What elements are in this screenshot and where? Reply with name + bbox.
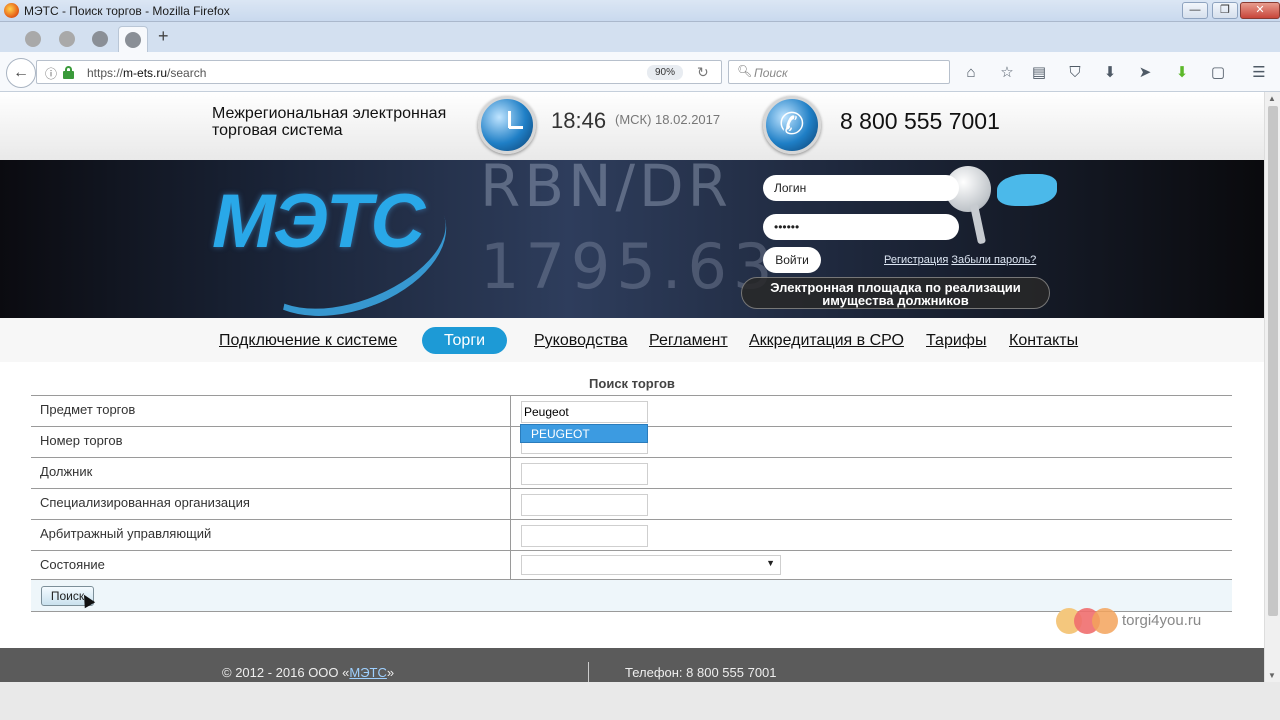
url-bar[interactable]: ⓘ https://m-ets.ru/search 90% ↻ bbox=[36, 60, 722, 84]
menu-connect[interactable]: Подключение к системе bbox=[219, 332, 397, 350]
forgot-password-link[interactable]: Забыли пароль? bbox=[951, 254, 1036, 266]
current-time: 18:46 bbox=[551, 108, 607, 133]
tab-3[interactable] bbox=[85, 26, 115, 52]
person-favicon-icon bbox=[25, 31, 41, 48]
window-title: МЭТС - Поиск торгов - Mozilla Firefox bbox=[24, 4, 230, 18]
form-row-organization: Специализированная организация bbox=[31, 488, 1232, 520]
main-menu: Подключение к системе Торги Руководства … bbox=[0, 318, 1264, 362]
form-row-subject: Предмет торгов Peugeot bbox=[31, 395, 1232, 427]
login-input[interactable]: Логин bbox=[763, 175, 959, 201]
tab-2[interactable] bbox=[52, 26, 82, 52]
field-label: Предмет торгов bbox=[40, 402, 136, 417]
window-titlebar: МЭТС - Поиск торгов - Mozilla Firefox — … bbox=[0, 0, 1280, 22]
url-text: https://m-ets.ru/search bbox=[87, 66, 207, 80]
chevron-down-icon: ▼ bbox=[766, 558, 775, 568]
manager-input[interactable] bbox=[521, 525, 648, 547]
site-logo[interactable]: МЭТС bbox=[212, 178, 425, 265]
zoom-indicator[interactable]: 90% bbox=[647, 65, 683, 80]
status-select[interactable]: ▼ bbox=[521, 555, 781, 575]
organization-input[interactable] bbox=[521, 494, 648, 516]
key-icon bbox=[945, 160, 1057, 250]
download-icon[interactable]: ⬇ bbox=[1101, 64, 1119, 82]
download-helper-icon[interactable]: ⬇ bbox=[1173, 64, 1191, 82]
form-row-manager: Арбитражный управляющий bbox=[31, 519, 1232, 551]
platform-tagline: Электронная площадка по реализации имуще… bbox=[741, 277, 1050, 309]
watermark-text: torgi4you.ru bbox=[1122, 612, 1202, 629]
timezone-date: (МСК) 18.02.2017 bbox=[615, 112, 721, 127]
scroll-up-icon[interactable]: ▲ bbox=[1268, 94, 1276, 103]
site-banner: RBN/DR 1795.63 МЭТС Логин •••••• Войти Р… bbox=[0, 160, 1264, 318]
form-row-debtor: Должник bbox=[31, 457, 1232, 489]
banner-ticker-top: RBN/DR bbox=[480, 160, 732, 220]
banner-ticker-bottom: 1795.63 bbox=[480, 230, 779, 303]
password-input[interactable]: •••••• bbox=[763, 214, 959, 240]
field-label: Арбитражный управляющий bbox=[40, 526, 212, 541]
form-row-status: Состояние ▼ bbox=[31, 550, 1232, 580]
company-name: Межрегиональная электронная торговая сис… bbox=[212, 105, 447, 139]
search-bar[interactable]: 🔍︎ Поиск bbox=[728, 60, 950, 84]
tab-4-active[interactable] bbox=[118, 26, 148, 52]
home-icon[interactable]: ⌂ bbox=[962, 64, 980, 82]
header-phone: 8 800 555 7001 bbox=[840, 108, 1000, 134]
pocket-icon[interactable]: ⛉ bbox=[1066, 64, 1084, 82]
footer-phone: Телефон: 8 800 555 7001 bbox=[625, 665, 777, 680]
bookmark-star-icon[interactable]: ☆ bbox=[998, 64, 1016, 82]
field-label: Должник bbox=[40, 464, 93, 479]
menu-tariffs[interactable]: Тарифы bbox=[926, 332, 986, 350]
field-label: Специализированная организация bbox=[40, 495, 250, 510]
site-footer: © 2012 - 2016 ООО «МЭТС» Телефон: 8 800 … bbox=[0, 648, 1264, 682]
footer-copyright: © 2012 - 2016 ООО «МЭТС» bbox=[222, 665, 395, 680]
window-bottom bbox=[0, 682, 1280, 720]
person-favicon-icon bbox=[59, 31, 75, 48]
back-button[interactable]: ← bbox=[6, 58, 36, 88]
search-icon: 🔍︎ bbox=[737, 64, 753, 78]
minimize-button[interactable]: — bbox=[1182, 2, 1208, 19]
autocomplete-option[interactable]: PEUGEOT bbox=[520, 424, 648, 443]
close-window-button[interactable]: ✕ bbox=[1240, 2, 1280, 19]
reader-icon[interactable]: ▢ bbox=[1209, 64, 1227, 82]
field-label: Состояние bbox=[40, 557, 105, 572]
menu-contacts[interactable]: Контакты bbox=[1009, 332, 1078, 350]
menu-regulations[interactable]: Регламент bbox=[649, 332, 728, 350]
search-placeholder: Поиск bbox=[754, 66, 788, 80]
maximize-button[interactable]: ❐ bbox=[1212, 2, 1238, 19]
firefox-logo-icon bbox=[4, 3, 19, 18]
register-link[interactable]: Регистрация bbox=[884, 254, 948, 266]
navigation-toolbar: ← ⓘ https://m-ets.ru/search 90% ↻ 🔍︎ Пои… bbox=[0, 52, 1280, 92]
bookmarks-list-icon[interactable]: ▤ bbox=[1030, 64, 1048, 82]
page-scrollbar[interactable]: ▲ ▼ bbox=[1264, 92, 1280, 682]
login-button[interactable]: Войти bbox=[763, 247, 821, 273]
debtor-input[interactable] bbox=[521, 463, 648, 485]
menu-torgi[interactable]: Торги bbox=[422, 327, 508, 354]
send-icon[interactable]: ➤ bbox=[1136, 64, 1154, 82]
menu-guides[interactable]: Руководства bbox=[534, 332, 628, 350]
lock-icon bbox=[63, 66, 74, 79]
scrollbar-thumb[interactable] bbox=[1268, 106, 1278, 616]
menu-hamburger-icon[interactable]: ☰ bbox=[1250, 64, 1268, 82]
globe-favicon-icon bbox=[125, 32, 141, 49]
menu-accreditation[interactable]: Аккредитация в СРО bbox=[749, 332, 904, 350]
reload-icon[interactable]: ↻ bbox=[697, 64, 709, 81]
form-actions: Поиск bbox=[31, 579, 1232, 612]
page-viewport: Межрегиональная электронная торговая сис… bbox=[0, 92, 1264, 682]
auth-links: Регистрация Забыли пароль? bbox=[884, 254, 1036, 266]
info-icon[interactable]: ⓘ bbox=[45, 65, 57, 82]
globe-favicon-icon bbox=[92, 31, 108, 48]
new-tab-button[interactable]: + bbox=[158, 26, 169, 47]
scroll-down-icon[interactable]: ▼ bbox=[1268, 671, 1276, 680]
subject-input[interactable]: Peugeot bbox=[521, 401, 648, 423]
watermark-circle-icon bbox=[1092, 608, 1118, 634]
phone-icon: ✆ bbox=[763, 96, 821, 154]
tab-1[interactable] bbox=[18, 26, 48, 52]
search-form-title: Поиск торгов bbox=[589, 376, 675, 391]
site-header: Межрегиональная электронная торговая сис… bbox=[0, 92, 1264, 160]
footer-company-link[interactable]: МЭТС bbox=[349, 665, 387, 680]
field-label: Номер торгов bbox=[40, 433, 123, 448]
clock-icon bbox=[478, 96, 536, 154]
tab-strip bbox=[0, 22, 1280, 52]
